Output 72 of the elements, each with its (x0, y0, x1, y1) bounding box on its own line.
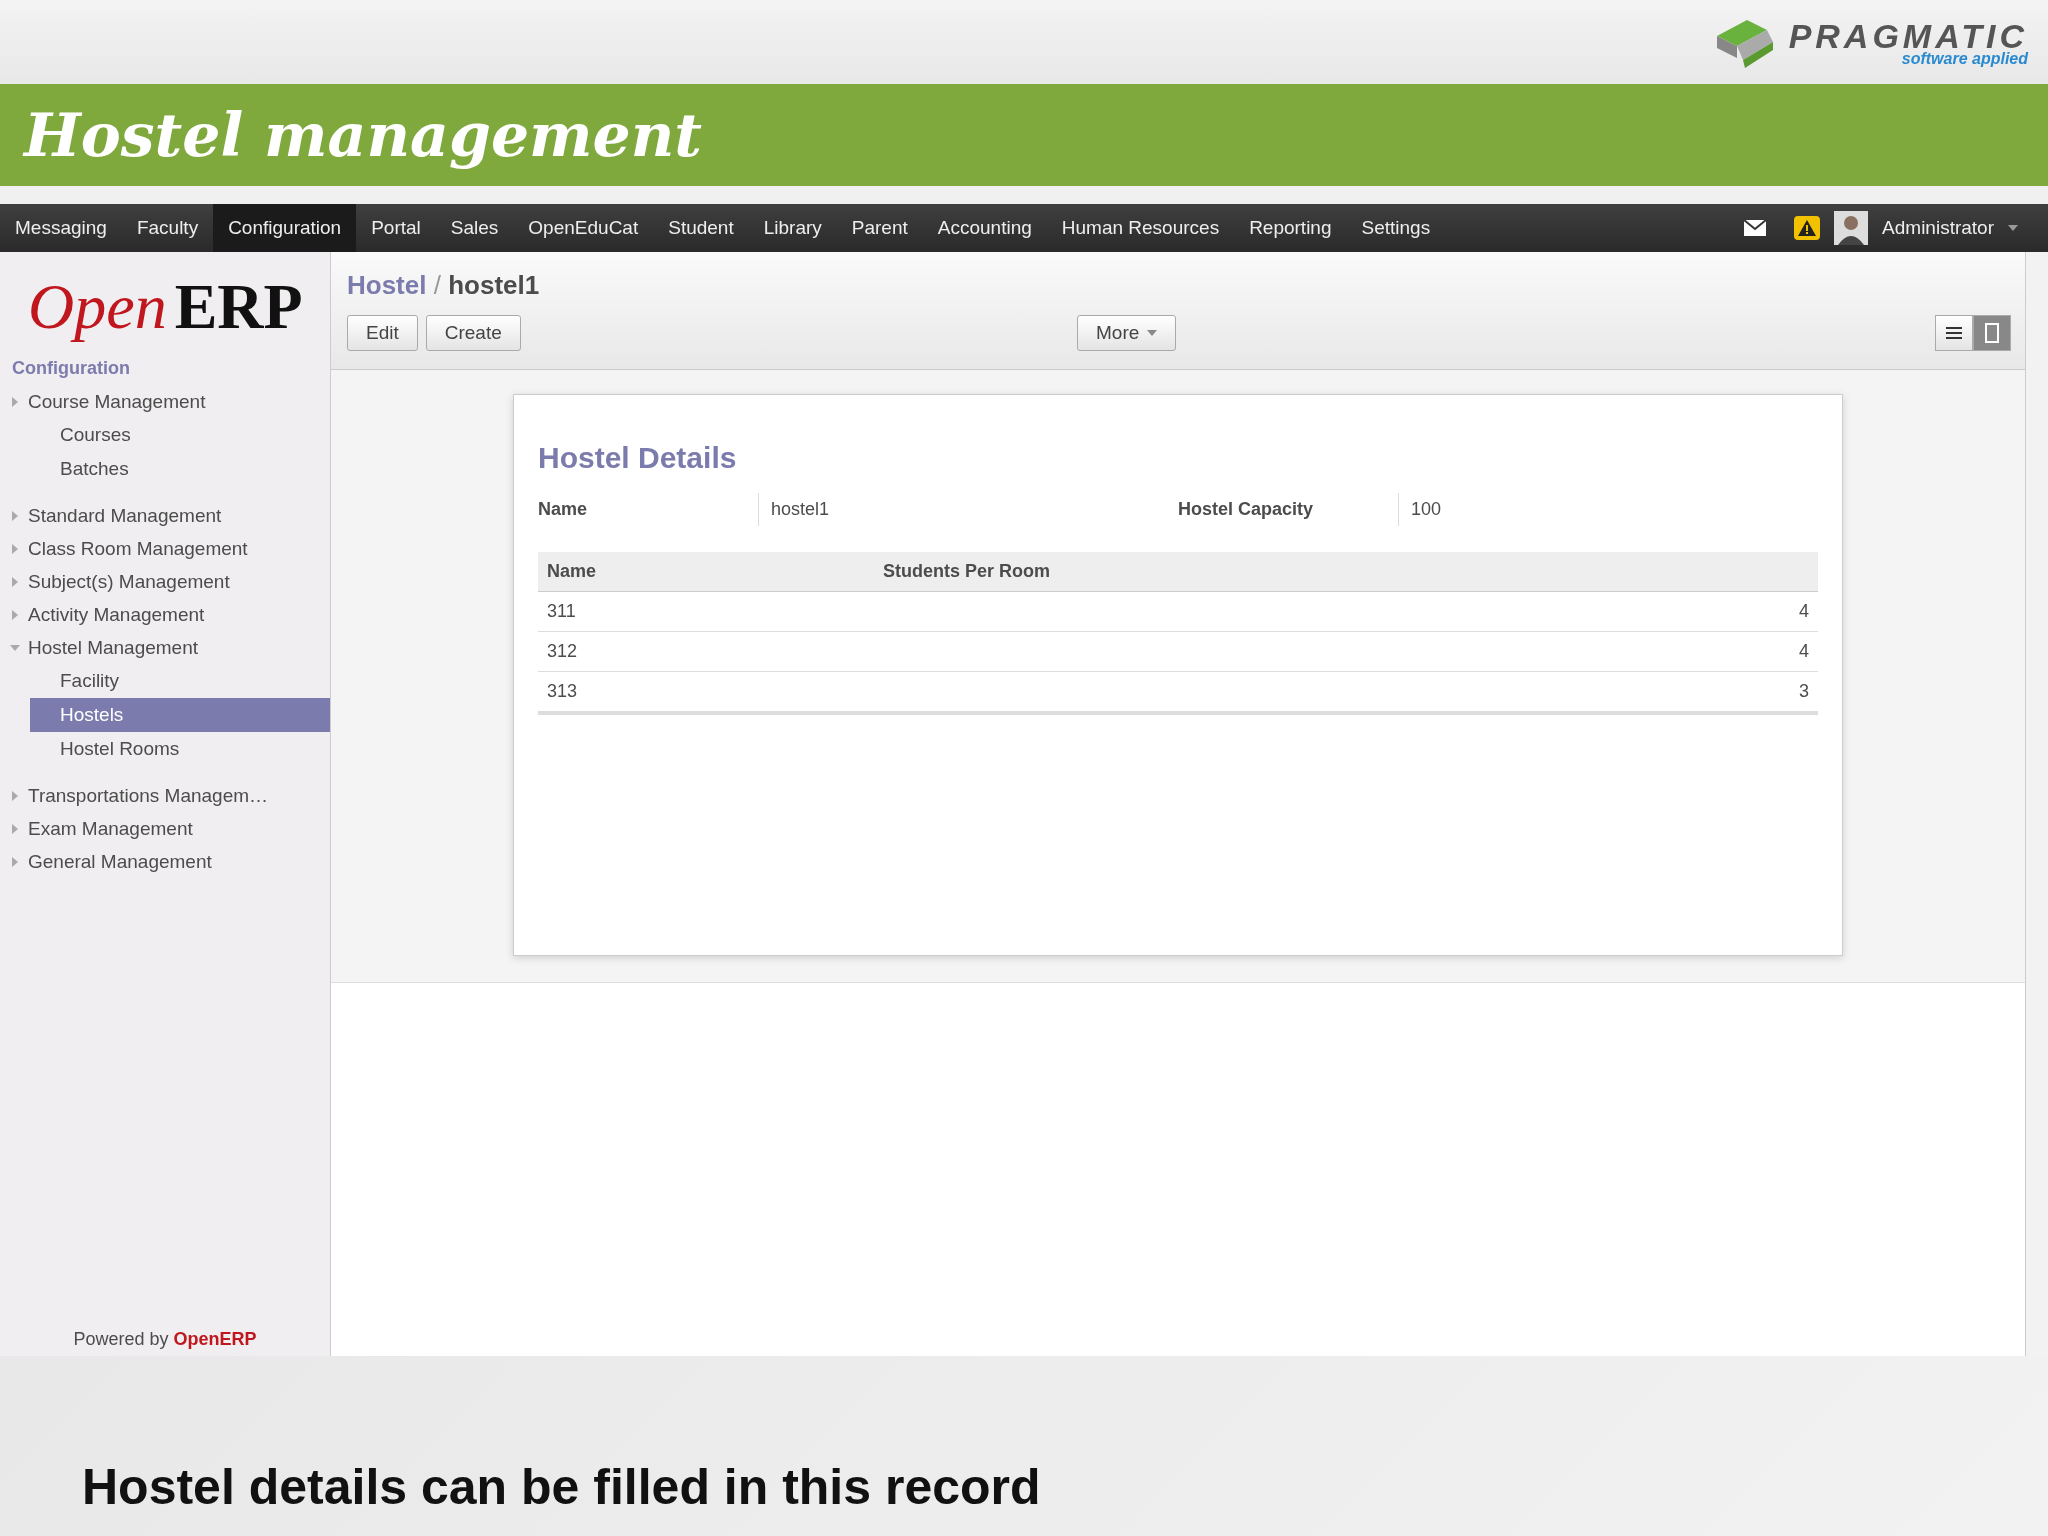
sidebar-item[interactable]: Transportations Managem… (28, 784, 269, 807)
menu-tab[interactable]: Human Resources (1046, 204, 1235, 252)
action-button[interactable]: Create (425, 315, 521, 351)
menu-tab[interactable]: Parent (836, 204, 923, 252)
menu-tab[interactable]: Faculty (121, 204, 214, 252)
table-cell: 313 (538, 671, 874, 713)
menu-tab[interactable]: Configuration (213, 204, 357, 252)
collapsed-caret-icon[interactable] (10, 609, 20, 620)
menu-tab[interactable]: OpenEduCat (513, 204, 654, 252)
mail-icon[interactable] (1744, 220, 1767, 236)
collapsed-caret-icon[interactable] (10, 510, 20, 521)
table-cell: 3 (874, 671, 1818, 713)
menu-tab[interactable]: Messaging (0, 204, 122, 252)
field-label: Name (538, 493, 759, 526)
table-cell: 4 (874, 631, 1818, 672)
openerp-link[interactable]: OpenERP (173, 1329, 257, 1349)
collapsed-caret-icon[interactable] (10, 576, 20, 587)
openerp-logo: OpenERP (28, 270, 303, 344)
table-cell: 312 (538, 631, 874, 672)
sidebar-item[interactable]: Hostels (30, 698, 330, 732)
scrollbar[interactable] (2025, 252, 2048, 1356)
sidebar-item[interactable]: Course Management (28, 390, 206, 413)
list-view-button[interactable] (1935, 315, 1973, 351)
menu-tab[interactable]: Library (748, 204, 837, 252)
sidebar-item[interactable]: Class Room Management (28, 537, 248, 560)
breadcrumb-link[interactable]: Hostel (347, 270, 427, 300)
menu-tab[interactable]: Settings (1346, 204, 1446, 252)
collapsed-caret-icon[interactable] (10, 823, 20, 834)
sidebar-item[interactable]: General Management (28, 850, 212, 873)
more-button[interactable]: More (1077, 315, 1177, 351)
collapsed-caret-icon[interactable] (10, 543, 20, 554)
sidebar-item[interactable]: Standard Management (28, 504, 222, 527)
sidebar-item[interactable]: Facility (30, 664, 330, 698)
collapsed-caret-icon[interactable] (10, 790, 20, 801)
menu-tab[interactable]: Portal (356, 204, 436, 252)
sidebar-item[interactable]: Subject(s) Management (28, 570, 230, 593)
menu-tab[interactable]: Sales (435, 204, 514, 252)
list-icon (1946, 326, 1962, 340)
sidebar-heading: Configuration (11, 358, 131, 379)
collapsed-caret-icon[interactable] (10, 856, 20, 867)
sidebar-item[interactable]: Courses (30, 418, 330, 452)
warning-icon[interactable] (1794, 216, 1821, 240)
expanded-caret-icon[interactable] (10, 642, 20, 653)
brand-tagline: software applied (1901, 49, 2028, 68)
user-menu[interactable]: Administrator (1882, 217, 1994, 239)
sidebar-item[interactable]: Activity Management (28, 603, 205, 626)
form-icon (1985, 323, 1999, 343)
field-value: hostel1 (770, 499, 830, 520)
caret-icon (1147, 330, 1158, 336)
powered-by-text: Powered by (73, 1329, 169, 1349)
menu-tab[interactable]: Student (653, 204, 749, 252)
caret-icon[interactable] (2008, 225, 2018, 231)
action-button[interactable]: Edit (347, 315, 418, 351)
column-header: Students Per Room (874, 552, 1818, 592)
sidebar-item[interactable]: Exam Management (28, 817, 193, 840)
table-cell: 311 (538, 591, 874, 632)
sidebar-item[interactable]: Hostel Rooms (30, 732, 330, 766)
collapsed-caret-icon[interactable] (10, 396, 20, 407)
field-value: 100 (1410, 499, 1442, 520)
menu-tab[interactable]: Accounting (922, 204, 1047, 252)
menu-tab[interactable]: Reporting (1234, 204, 1347, 252)
avatar-icon (1834, 211, 1869, 245)
breadcrumb-current: hostel1 (448, 270, 540, 300)
field-label: Hostel Capacity (1178, 493, 1399, 526)
slide-caption: Hostel details can be filled in this record (82, 1458, 1041, 1516)
sidebar-item[interactable]: Hostel Management (28, 636, 199, 659)
sidebar-item[interactable]: Batches (30, 452, 330, 486)
breadcrumb-separator: / (433, 270, 441, 300)
column-header: Name (538, 552, 874, 592)
slide-title: Hostel management (24, 100, 703, 170)
form-title: Hostel Details (538, 441, 738, 475)
table-cell: 4 (874, 591, 1818, 632)
